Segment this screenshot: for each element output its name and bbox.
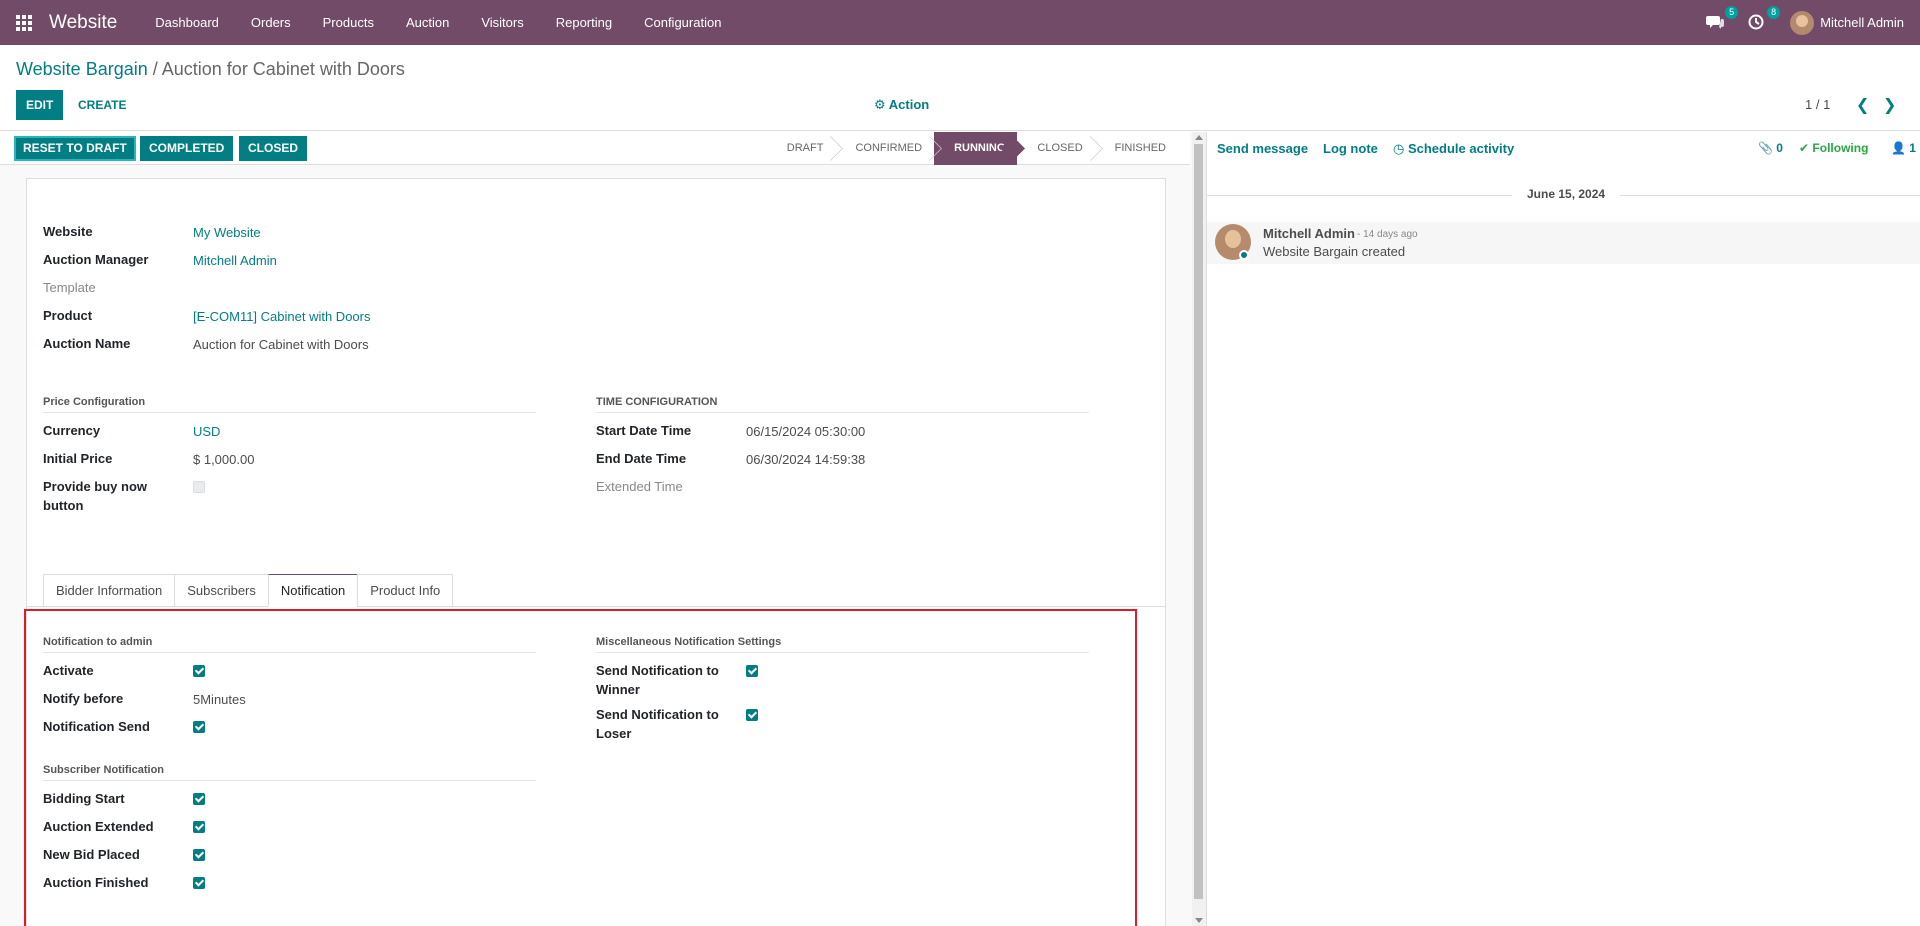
auction-manager-value[interactable]: Mitchell Admin (193, 253, 277, 268)
menu-configuration[interactable]: Configuration (628, 15, 737, 30)
completed-button[interactable]: COMPLETED (140, 136, 234, 161)
breadcrumb: Website Bargain / Auction for Cabinet wi… (16, 59, 405, 80)
paperclip-icon: 📎 (1758, 141, 1773, 155)
stage-confirmed[interactable]: CONFIRMED (835, 132, 934, 165)
log-note-button[interactable]: Log note (1323, 141, 1378, 156)
buy-now-label-line2: button (43, 498, 84, 513)
message-body: Website Bargain created (1263, 244, 1406, 259)
menu-auction[interactable]: Auction (390, 15, 465, 30)
user-icon: 👤 (1891, 141, 1906, 155)
schedule-activity-label: Schedule activity (1407, 141, 1515, 156)
menu-visitors[interactable]: Visitors (465, 15, 539, 30)
app-brand[interactable]: Website (49, 12, 117, 34)
scroll-up-icon[interactable] (1195, 135, 1203, 140)
pager-value[interactable]: 1 / 1 (1805, 97, 1830, 112)
stage-running[interactable]: RUNNING (934, 132, 1018, 165)
menu-orders[interactable]: Orders (235, 15, 307, 30)
website-value[interactable]: My Website (193, 225, 261, 240)
price-configuration-title: Price Configuration (43, 396, 146, 408)
end-date-value: 06/30/2024 14:59:38 (746, 452, 866, 467)
menu-dashboard[interactable]: Dashboard (139, 15, 235, 30)
create-button[interactable]: CREATE (68, 90, 136, 120)
activities-badge: 8 (1767, 5, 1781, 19)
end-date-label: End Date Time (596, 451, 687, 466)
chatter-topbar: Send message Log note ◷ Schedule activit… (1207, 132, 1920, 165)
reset-to-draft-button[interactable]: RESET TO DRAFT (14, 136, 136, 161)
followers-button[interactable]: 👤 1 (1891, 141, 1916, 155)
send-message-button[interactable]: Send message (1217, 141, 1308, 156)
action-menu-button[interactable]: ⚙ Action (874, 97, 929, 113)
stage-pipeline: DRAFT CONFIRMED RUNNING CLOSED FINISHED (777, 132, 1178, 165)
extended-time-label: Extended Time (596, 479, 683, 494)
template-label: Template (43, 280, 96, 295)
top-navbar: Website Dashboard Orders Products Auctio… (0, 0, 1920, 45)
clock-icon (1748, 14, 1764, 29)
product-label: Product (43, 308, 93, 323)
tab-notification[interactable]: Notification (267, 574, 358, 607)
schedule-activity-button[interactable]: ◷ Schedule activity (1393, 141, 1514, 157)
auction-name-label: Auction Name (43, 336, 131, 351)
highlight-box (24, 609, 1137, 926)
menu-reporting[interactable]: Reporting (540, 15, 628, 30)
closed-button[interactable]: CLOSED (239, 136, 308, 161)
form-view: RESET TO DRAFT COMPLETED CLOSED DRAFT CO… (0, 132, 1206, 926)
messages-badge: 5 (1725, 5, 1739, 19)
pager-previous-icon[interactable]: ❮ (1856, 95, 1869, 115)
followers-count: 1 (1909, 141, 1916, 155)
following-label: Following (1812, 141, 1869, 155)
tab-bidder-information[interactable]: Bidder Information (43, 574, 175, 607)
control-panel: Website Bargain / Auction for Cabinet wi… (0, 45, 1920, 131)
currency-value[interactable]: USD (193, 424, 220, 439)
form-scrollbar[interactable] (1192, 132, 1206, 926)
auction-manager-label: Auction Manager (43, 252, 149, 267)
message-author[interactable]: Mitchell Admin (1263, 226, 1355, 241)
notebook-tabs: Bidder Information Subscribers Notificat… (43, 574, 454, 607)
message-time: - 14 days ago (1357, 229, 1418, 240)
attachments-button[interactable]: 📎 0 (1758, 141, 1783, 155)
time-configuration-title: TIME CONFIGURATION (596, 396, 718, 408)
user-avatar (1790, 10, 1815, 35)
auction-name-value: Auction for Cabinet with Doors (193, 337, 369, 352)
chat-icon (1706, 15, 1725, 29)
chatter-panel: Send message Log note ◷ Schedule activit… (1206, 132, 1920, 926)
following-button[interactable]: ✔ Following (1799, 141, 1868, 155)
form-sheet: Website My Website Auction Manager Mitch… (24, 178, 1166, 926)
stage-closed[interactable]: CLOSED (1017, 132, 1094, 165)
section-divider (43, 412, 536, 413)
pager-next-icon[interactable]: ❯ (1883, 95, 1896, 115)
online-status-icon (1239, 250, 1249, 260)
product-value[interactable]: [E-COM11] Cabinet with Doors (193, 309, 371, 324)
activities-button[interactable]: 8 (1748, 5, 1781, 32)
currency-label: Currency (43, 423, 101, 438)
initial-price-value: $ 1,000.00 (193, 452, 255, 467)
date-separator: June 15, 2024 (1512, 187, 1621, 201)
website-label: Website (43, 224, 93, 239)
tab-product-info[interactable]: Product Info (357, 574, 454, 607)
stage-finished[interactable]: FINISHED (1095, 132, 1178, 165)
start-date-label: Start Date Time (596, 423, 692, 438)
buy-now-checkbox[interactable] (193, 481, 205, 493)
menu-products[interactable]: Products (307, 15, 390, 30)
check-icon: ✔ (1799, 141, 1810, 155)
status-bar: RESET TO DRAFT COMPLETED CLOSED DRAFT CO… (0, 132, 1190, 165)
breadcrumb-parent[interactable]: Website Bargain (16, 59, 148, 79)
user-name: Mitchell Admin (1820, 15, 1904, 30)
scroll-thumb[interactable] (1194, 144, 1203, 899)
apps-menu-icon[interactable] (16, 14, 34, 32)
tab-subscribers[interactable]: Subscribers (174, 574, 268, 607)
scroll-down-icon[interactable] (1195, 918, 1203, 923)
buy-now-label: Provide buy now (43, 479, 148, 494)
initial-price-label: Initial Price (43, 451, 113, 466)
user-menu[interactable]: Mitchell Admin (1790, 10, 1904, 35)
chatter-message: Mitchell Admin - 14 days ago Website Bar… (1207, 222, 1920, 264)
section-divider (596, 412, 1089, 413)
attachments-count: 0 (1776, 141, 1783, 155)
start-date-value: 06/15/2024 05:30:00 (746, 424, 866, 439)
breadcrumb-current: Auction for Cabinet with Doors (161, 59, 405, 79)
messages-button[interactable]: 5 (1706, 5, 1739, 32)
edit-button[interactable]: EDIT (16, 90, 64, 120)
breadcrumb-separator: / (147, 59, 162, 79)
stage-draft[interactable]: DRAFT (777, 132, 836, 165)
clock-icon: ◷ (1393, 141, 1405, 156)
